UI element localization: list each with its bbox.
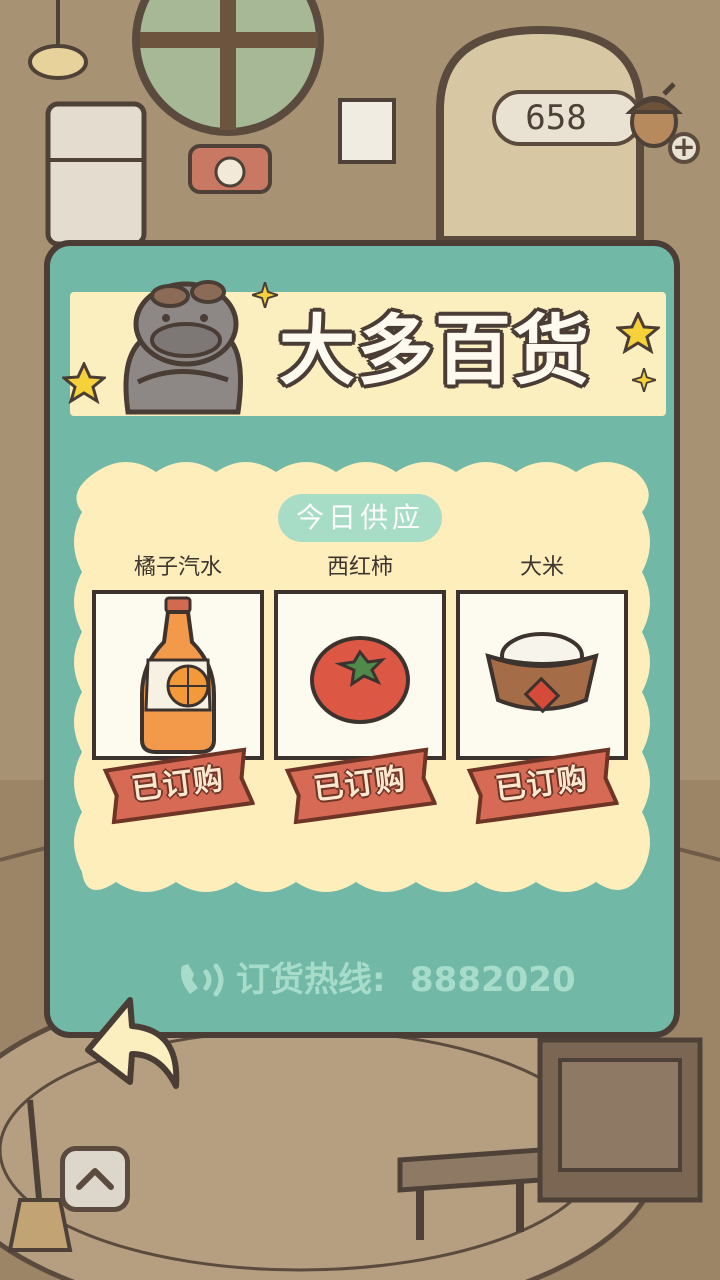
item-name-rice: 大米	[519, 555, 564, 580]
shop-title: 大多百货	[279, 306, 591, 395]
hippo-shopkeeper-icon	[123, 280, 243, 415]
star-icon	[616, 312, 660, 354]
item-name-orange-soda: 橘子汽水	[133, 555, 222, 580]
item-card-orange-soda[interactable]	[92, 590, 264, 760]
scroll-up-button[interactable]	[60, 1146, 130, 1212]
orange-soda-icon	[140, 596, 216, 754]
currency-amount: 658	[525, 98, 587, 138]
hotline-label: 订货热线:	[236, 960, 386, 1000]
chevron-up-icon	[76, 1168, 114, 1190]
add-currency-button[interactable]: +	[668, 132, 700, 164]
hotline-number: 8882020	[410, 960, 576, 1000]
back-arrow-icon[interactable]	[80, 990, 190, 1090]
item-card-tomato[interactable]	[274, 590, 446, 760]
item-name-tomato: 西红柿	[326, 555, 393, 580]
order-hotline: 订货热线: 8882020	[176, 956, 576, 1004]
sparkle-icon	[632, 368, 656, 392]
rice-icon	[485, 632, 599, 714]
item-card-rice[interactable]	[456, 590, 628, 760]
currency-counter: 658	[492, 90, 642, 146]
star-icon	[62, 362, 106, 404]
tomato-icon	[310, 636, 410, 724]
todays-supply-label: 今日供应	[278, 494, 442, 542]
